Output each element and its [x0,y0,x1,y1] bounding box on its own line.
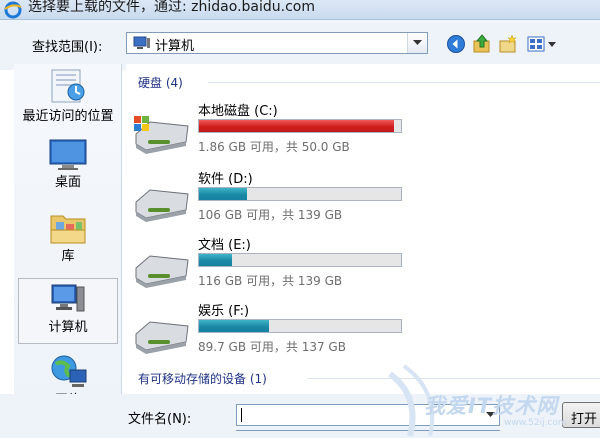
internet-explorer-icon [4,1,22,19]
drive-item-f[interactable]: 娱乐 (F:) 89.7 GB 可用，共 137 GB [130,300,410,364]
hard-drive-icon [135,189,189,222]
place-desktop[interactable]: 桌面 [14,138,122,190]
network-icon [51,355,87,387]
drive-name: 文档 (E:) [198,238,251,253]
group-header-hard-disks[interactable]: 硬盘 (4) [138,74,600,91]
computer-icon [51,284,85,312]
dropdown-arrow-button[interactable] [407,33,427,53]
look-in-dropdown[interactable]: 计算机 [126,32,428,54]
system-drive-icon [134,116,189,154]
drive-free-space: 116 GB 可用，共 139 GB [198,274,343,288]
place-recent[interactable]: 最近访问的位置 [14,68,122,124]
place-label: 最近访问的位置 [22,109,114,124]
drive-name: 软件 (D:) [198,172,253,187]
drive-free-space: 106 GB 可用，共 139 GB [198,208,343,222]
view-menu-icon[interactable] [526,34,558,54]
file-list[interactable]: 硬盘 (4) 本地磁盘 (C:) 1.86 GB 可用，共 50.0 GB 软件… [126,64,600,394]
drive-usage-bar [198,187,402,201]
recent-places-icon [51,69,85,103]
new-folder-icon[interactable] [498,34,518,54]
drive-usage-bar [198,253,402,267]
look-in-value: 计算机 [155,39,195,54]
watermark: 我爱IT技术网 www.52ij.com [380,356,600,438]
watermark-url: www.52ij.com [504,418,567,428]
place-label: 桌面 [54,175,81,190]
group-divider [208,82,600,83]
look-in-label: 查找范围(I): [32,40,103,55]
place-label: 库 [61,249,75,264]
drive-item-e[interactable]: 文档 (E:) 116 GB 可用，共 139 GB [130,234,410,298]
drive-item-d[interactable]: 软件 (D:) 106 GB 可用，共 139 GB [130,168,410,232]
places-bar: 最近访问的位置 桌面 库 计算机 [14,64,122,408]
drive-free-space: 89.7 GB 可用，共 137 GB [198,340,346,354]
libraries-icon [50,215,86,244]
title-bar: 选择要上载的文件，通过: zhidao.baidu.com [0,0,600,20]
filename-label: 文件名(N): [128,412,192,427]
drive-name: 娱乐 (F:) [198,304,250,319]
drive-free-space: 1.86 GB 可用，共 50.0 GB [198,140,350,154]
drive-usage-bar [198,119,402,133]
group-header-removable[interactable]: 有可移动存储的设备 (1) [138,370,600,387]
chevron-down-icon [413,40,422,45]
window-title: 选择要上载的文件，通过: zhidao.baidu.com [28,0,315,15]
text-caret [241,408,242,422]
place-library[interactable]: 库 [14,210,122,264]
drive-name: 本地磁盘 (C:) [198,104,278,119]
toolbar: 查找范围(I): 计算机 [0,20,600,70]
watermark-text: 我爱IT技术网 [424,394,559,418]
desktop-icon [49,139,87,170]
back-icon[interactable] [446,34,466,54]
place-computer[interactable]: 计算机 [18,278,118,344]
hard-drive-icon [135,255,189,288]
hard-drive-icon [135,321,189,354]
place-label: 计算机 [48,320,88,335]
drive-usage-bar [198,319,402,333]
up-folder-icon[interactable] [472,34,492,54]
drive-item-c[interactable]: 本地磁盘 (C:) 1.86 GB 可用，共 50.0 GB [130,100,410,164]
computer-icon [133,36,150,49]
